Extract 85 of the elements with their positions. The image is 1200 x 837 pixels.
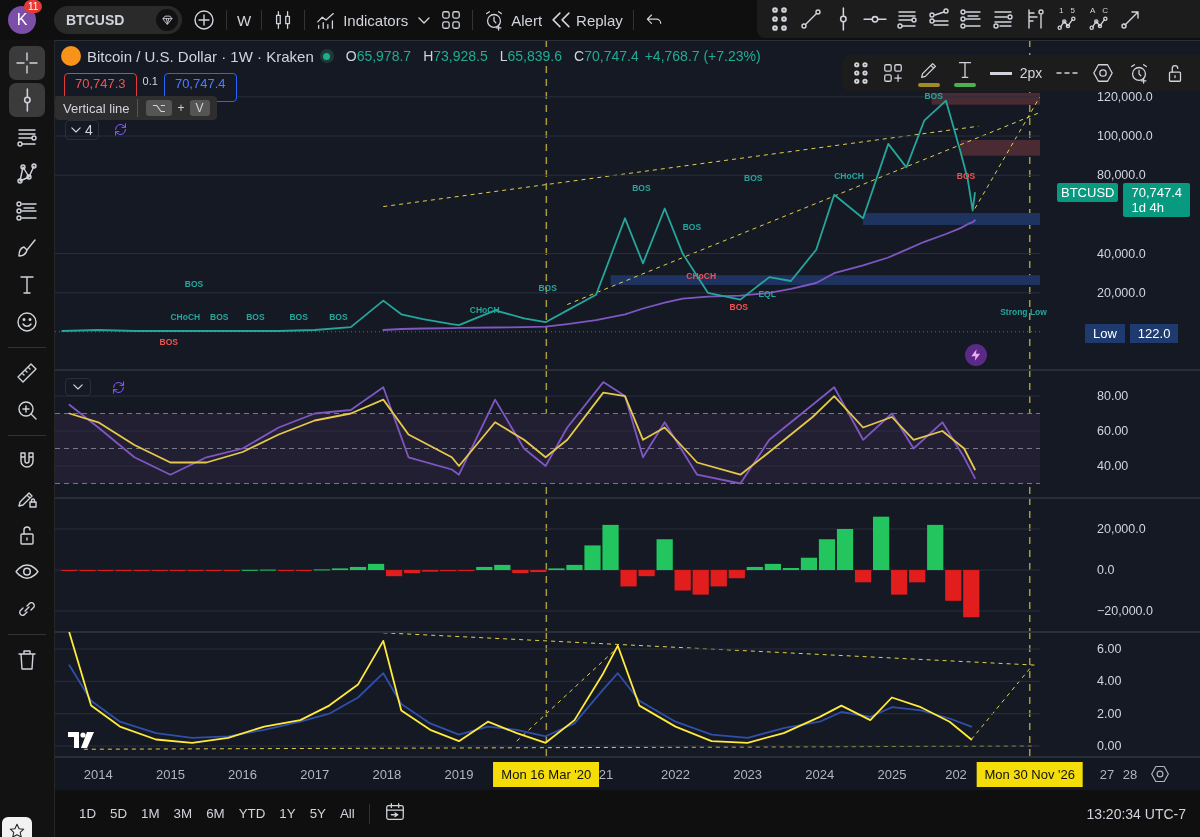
wave-label: A [1089,7,1096,16]
axis-label: 21 [598,767,614,782]
axis-label: 2018 [372,767,402,782]
level-tag: Low [1085,324,1125,343]
axis-label: 2025 [877,767,907,782]
axis-label: 20,000.0 [1097,522,1146,536]
key-cap: V [189,100,210,116]
structure-label: Strong Low [1000,307,1047,317]
toolbar-button[interactable]: 2px [989,65,1043,81]
axis-label: 2015 [156,767,185,782]
range-button[interactable]: 6M [206,806,225,821]
structure-label: BOS [682,223,702,233]
axis-label: 2.00 [1097,706,1122,721]
range-button[interactable]: 1M [141,806,160,821]
structure-label: BOS [159,337,179,347]
axis-label: 4.00 [1097,674,1122,689]
replay-button[interactable]: Replay [552,5,623,35]
axis-label: 0.00 [1097,739,1122,753]
structure-label: BOS [729,303,748,313]
structure-label: BOS [632,183,651,193]
alert-button[interactable]: Alert [483,5,543,35]
ohlc-value: L65,839.6 [499,48,563,64]
axis-label: 28 [1122,767,1138,782]
symbol-search[interactable]: BTCUSD [54,6,182,34]
axis-label: 2024 [805,767,835,782]
axis-label: 2016 [228,767,258,782]
axis-label: 80,000.0 [1097,168,1146,183]
key-cap: ⌥ [146,100,173,116]
structure-label: BOS [246,313,265,323]
wave-label: 1 [1059,7,1064,16]
notification-badge: 11 [24,0,43,13]
axis-label: 27 [1099,767,1115,782]
axis-label: −20,000.0 [1097,604,1153,619]
indicators-toggle[interactable]: 4 [65,120,99,140]
range-button[interactable]: 5Y [309,806,326,821]
ohlc-value: H73,928.5 [423,48,488,64]
structure-label: CHoCH [170,313,201,323]
structure-label: CHoCH [834,172,864,182]
price-tag: 70,747.4 1d 4h [1123,182,1191,217]
axis-label: 202 [945,767,967,782]
range-button[interactable]: All [339,806,355,821]
date-label: Mon 30 Nov '26 [976,762,1084,787]
structure-label: BOS [329,313,348,323]
axis-label: 2019 [444,767,474,782]
interval-button[interactable]: W [237,5,252,35]
axis-label: 2017 [300,767,330,782]
axis-label: 80.00 [1097,389,1129,404]
axis-label: 0.0 [1097,563,1115,578]
drawing-tool[interactable]: A C [1087,3,1111,35]
axis-label: 2022 [661,767,690,782]
tooltip-text: Vertical line [63,100,130,116]
axis-label: 2023 [733,767,763,782]
change-value: +4,768.7 (+7.23%) [644,48,761,64]
symbol-tag: BTCUSD [1057,182,1119,202]
axis-label: 40.00 [1097,459,1129,473]
date-label: Mon 16 Mar '20 [493,762,600,787]
range-button[interactable]: 3M [173,806,193,821]
structure-label: BOS [744,174,763,184]
range-button[interactable]: YTD [238,806,266,821]
indicators-button[interactable]: Indicators [315,5,409,35]
axis-label: 2014 [83,767,113,782]
clock: 13:20:34 UTC-7 [1086,805,1186,822]
range-button[interactable]: 1D [79,806,97,821]
plus-sign: + [177,101,185,115]
spread-value: 0.1 [142,75,158,87]
axis-label: 100,000.0 [1097,129,1153,143]
range-button[interactable]: 5D [110,806,128,821]
level-value: 122.0 [1129,324,1179,343]
structure-label: CHoCH [686,272,717,282]
structure-label: BOS [289,313,308,323]
axis-label: 20,000.0 [1097,285,1146,300]
axis-label: 120,000.0 [1097,89,1153,104]
ohlc-value: C70,747.4 [574,48,639,64]
wave-label: 5 [1070,7,1075,16]
range-button[interactable]: 1Y [279,806,296,821]
wave-label: C [1102,7,1109,16]
structure-label: BOS [538,283,557,293]
axis-label: 40,000.0 [1097,246,1146,261]
axis-label: 6.00 [1097,642,1122,656]
ohlc-value: O65,978.7 [345,48,412,64]
axis-label: 60.00 [1097,424,1129,439]
drawing-tool[interactable]: 1 5 [1055,3,1079,35]
structure-label: BOS [210,313,229,323]
structure-label: BOS [184,279,204,289]
structure-label: BOS [924,91,943,101]
